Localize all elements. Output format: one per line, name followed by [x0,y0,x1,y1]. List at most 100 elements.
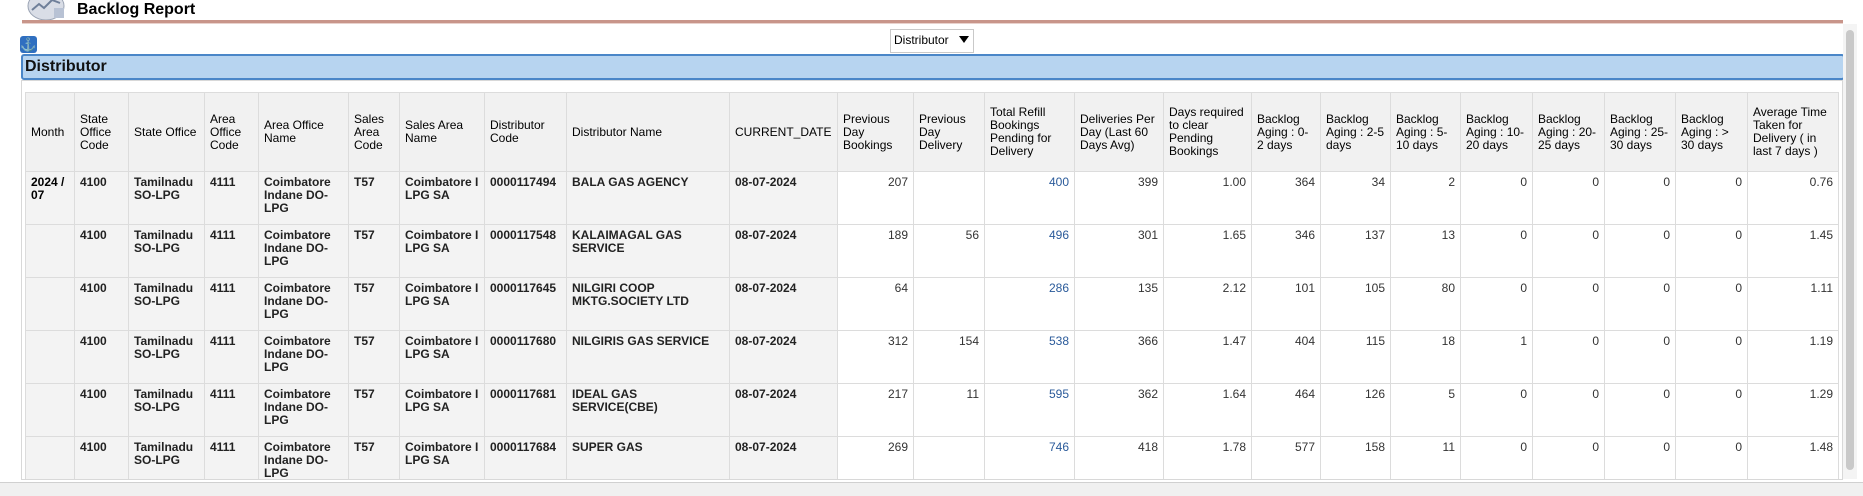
table-cell: 80 [1390,277,1461,331]
table-cell: 0000117681 [484,383,567,437]
table-row: 2024 / 07 4100 Tamilnadu SO-LPG 4111 Coimbat… [25,171,1839,225]
table-header-row: Month State Office Code State Office Area O… [25,92,1839,172]
table-cell: Coimbatore I LPG SA [399,436,485,479]
table-cell: 217 [837,383,914,437]
table-cell: 5 [1390,383,1461,437]
table-cell: 4111 [204,277,259,331]
table-cell: 101 [1251,277,1321,331]
table-cell: T57 [348,224,400,278]
table-cell: Coimbatore Indane DO-LPG [258,224,349,278]
table-cell: 56 [913,224,985,278]
column-header: Backlog Aging : 20-25 days [1532,92,1605,172]
view-selector-dropdown[interactable]: Distributor [890,29,974,53]
table-cell: 364 [1251,171,1321,225]
table-cell: 0000117684 [484,436,567,479]
status-bar [0,482,1863,496]
column-header: Backlog Aging : 0-2 days [1251,92,1321,172]
table-body: 2024 / 07 4100 Tamilnadu SO-LPG 4111 Coimbat… [25,171,1839,479]
table-cell: 0 [1460,436,1533,479]
table-cell: 4111 [204,383,259,437]
chevron-down-icon[interactable] [959,36,969,43]
column-header: Backlog Aging : 5-10 days [1390,92,1461,172]
title-divider-shadow [22,23,1843,24]
table-cell: 1.45 [1747,224,1839,278]
table-cell: 0 [1604,330,1676,384]
table-row: 4100 Tamilnadu SO-LPG 4111 Coimbatore Indan… [25,330,1839,384]
column-header: Deliveries Per Day (Last 60 Days Avg) [1074,92,1164,172]
table-cell: Coimbatore I LPG SA [399,277,485,331]
table-cell: 34 [1320,171,1391,225]
table-cell: 207 [837,171,914,225]
column-header: Sales Area Name [399,92,485,172]
table-row: 4100 Tamilnadu SO-LPG 4111 Coimbatore Indan… [25,436,1839,479]
table-cell: 18 [1390,330,1461,384]
pending-bookings-link[interactable]: 746 [984,436,1075,479]
table-cell: 0000117680 [484,330,567,384]
table-cell: 0 [1675,436,1748,479]
column-header: Backlog Aging : > 30 days [1675,92,1748,172]
table-cell: 4111 [204,171,259,225]
table-row: 4100 Tamilnadu SO-LPG 4111 Coimbatore Indan… [25,383,1839,437]
table-cell: 0 [1604,224,1676,278]
pending-bookings-link[interactable]: 595 [984,383,1075,437]
table-cell: 1.48 [1747,436,1839,479]
table-cell: 0 [1675,277,1748,331]
table-cell: 0 [1460,383,1533,437]
table-cell: NILGIRIS GAS SERVICE [566,330,730,384]
scrollbar-thumb[interactable] [1846,30,1854,470]
anchor-icon[interactable]: ⚓ [20,36,37,53]
table-cell: 154 [913,330,985,384]
table-cell [913,171,985,225]
column-header: Backlog Aging : 10-20 days [1460,92,1533,172]
column-header: CURRENT_DATE [729,92,838,172]
pending-bookings-link[interactable]: 496 [984,224,1075,278]
table-cell: 4100 [74,383,129,437]
table-cell: Tamilnadu SO-LPG [128,224,205,278]
column-header: Previous Day Delivery [913,92,985,172]
table-cell: 2 [1390,171,1461,225]
month-cell [25,436,75,479]
column-header: Month [25,92,75,172]
backlog-table: Month State Office Code State Office Area O… [25,92,1839,479]
table-cell: IDEAL GAS SERVICE(CBE) [566,383,730,437]
table-cell: 301 [1074,224,1164,278]
table-cell: 1.78 [1163,436,1252,479]
table-cell: 1.00 [1163,171,1252,225]
table-cell: 0000117645 [484,277,567,331]
section-title: Distributor [25,58,107,75]
report-panel: Month State Office Code State Office Area O… [21,80,1843,480]
table-cell: 4111 [204,436,259,479]
table-cell: 1.65 [1163,224,1252,278]
table-cell: Tamilnadu SO-LPG [128,383,205,437]
table-cell [913,436,985,479]
table-cell: 4100 [74,224,129,278]
table-cell: 418 [1074,436,1164,479]
table-cell: Tamilnadu SO-LPG [128,277,205,331]
table-cell: T57 [348,383,400,437]
table-cell: 08-07-2024 [729,224,838,278]
pending-bookings-link[interactable]: 538 [984,330,1075,384]
column-header: Average Time Taken for Delivery ( in las… [1747,92,1839,172]
pending-bookings-link[interactable]: 286 [984,277,1075,331]
table-cell: Coimbatore Indane DO-LPG [258,171,349,225]
table-cell: 08-07-2024 [729,436,838,479]
table-cell: 346 [1251,224,1321,278]
table-cell: 115 [1320,330,1391,384]
table-cell: BALA GAS AGENCY [566,171,730,225]
table-cell: 4100 [74,330,129,384]
table-cell: 0 [1532,383,1605,437]
report-chart-icon [27,0,65,21]
vertical-scrollbar[interactable] [1843,24,1857,479]
table-cell [913,277,985,331]
table-cell: Tamilnadu SO-LPG [128,171,205,225]
table-cell: 0 [1675,330,1748,384]
table-cell: 135 [1074,277,1164,331]
table-cell: 08-07-2024 [729,277,838,331]
table-cell: 0000117548 [484,224,567,278]
pending-bookings-link[interactable]: 400 [984,171,1075,225]
month-cell [25,224,75,278]
table-cell: T57 [348,436,400,479]
table-cell: 1.64 [1163,383,1252,437]
table-cell: 4111 [204,330,259,384]
table-cell: 137 [1320,224,1391,278]
